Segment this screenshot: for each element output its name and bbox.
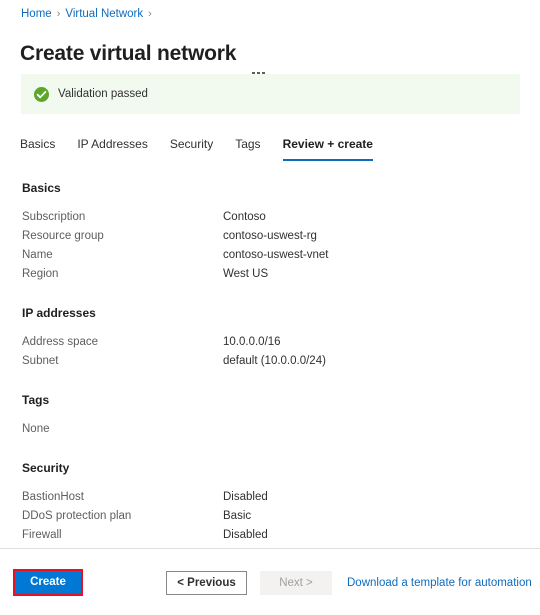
section-basics: Basics Subscription Contoso Resource gro… (22, 180, 520, 284)
section-title: Security (22, 461, 70, 475)
summary-row-resource-group: Resource group contoso-uswest-rg (22, 227, 520, 246)
summary-row-bastion-host: BastionHost Disabled (22, 488, 520, 507)
summary-value: Contoso (223, 211, 266, 223)
summary-value: 10.0.0.0/16 (223, 336, 281, 348)
tags-empty-text: None (22, 423, 50, 435)
summary-row-region: Region West US (22, 265, 520, 284)
tab-ip-addresses[interactable]: IP Addresses (77, 134, 148, 161)
summary-label: DDoS protection plan (22, 510, 132, 522)
breadcrumb-item-virtual-network[interactable]: Virtual Network (65, 7, 143, 21)
summary-value: West US (223, 268, 269, 280)
section-ip-addresses: IP addresses Address space 10.0.0.0/16 S… (22, 305, 520, 371)
summary-value: contoso-uswest-rg (223, 230, 317, 242)
tab-review-create[interactable]: Review + create (282, 134, 373, 161)
section-tags: Tags None (22, 392, 520, 439)
breadcrumb: Home › Virtual Network › (21, 7, 157, 21)
page-title: Create virtual network (20, 42, 237, 66)
section-security: Security BastionHost Disabled DDoS prote… (22, 460, 520, 545)
summary-label: BastionHost (22, 491, 85, 503)
review-summary: Basics Subscription Contoso Resource gro… (22, 180, 520, 545)
summary-label: Subscription (22, 211, 86, 223)
summary-value: Disabled (223, 529, 268, 541)
summary-row-subscription: Subscription Contoso (22, 208, 520, 227)
summary-label: Subnet (22, 355, 59, 367)
summary-label: Region (22, 268, 59, 280)
section-title: Tags (22, 393, 50, 407)
summary-value: default (10.0.0.0/24) (223, 355, 326, 367)
summary-row-name: Name contoso-uswest-vnet (22, 246, 520, 265)
summary-label: Name (22, 249, 53, 261)
section-title: IP addresses (22, 306, 96, 320)
summary-value: Basic (223, 510, 252, 522)
check-circle-icon (34, 86, 49, 102)
summary-row-ddos-protection-plan: DDoS protection plan Basic (22, 507, 520, 526)
breadcrumb-chevron-icon: › (56, 8, 61, 20)
breadcrumb-chevron-icon: › (148, 8, 152, 20)
summary-label: Firewall (22, 529, 62, 541)
create-button[interactable]: Create (15, 571, 81, 594)
tab-tags[interactable]: Tags (235, 134, 260, 161)
validation-banner: Validation passed (21, 74, 520, 114)
summary-row-address-space: Address space 10.0.0.0/16 (22, 333, 520, 352)
tab-basics[interactable]: Basics (20, 134, 55, 161)
previous-button[interactable]: < Previous (166, 571, 247, 595)
section-title: Basics (22, 181, 61, 195)
next-button: Next > (260, 571, 332, 595)
summary-row-subnet: Subnet default (10.0.0.0/24) (22, 352, 520, 371)
summary-value: Disabled (223, 491, 268, 503)
summary-value: contoso-uswest-vnet (223, 249, 329, 261)
title-row: Create virtual network (20, 27, 267, 81)
summary-label: Resource group (22, 230, 104, 242)
validation-message: Validation passed (58, 87, 148, 100)
tab-security[interactable]: Security (170, 134, 213, 161)
summary-label: Address space (22, 336, 99, 348)
breadcrumb-item-home[interactable]: Home (21, 7, 52, 21)
wizard-tabs: Basics IP Addresses Security Tags Review… (20, 134, 395, 161)
download-template-link[interactable]: Download a template for automation (347, 576, 532, 591)
summary-row-firewall: Firewall Disabled (22, 526, 520, 545)
